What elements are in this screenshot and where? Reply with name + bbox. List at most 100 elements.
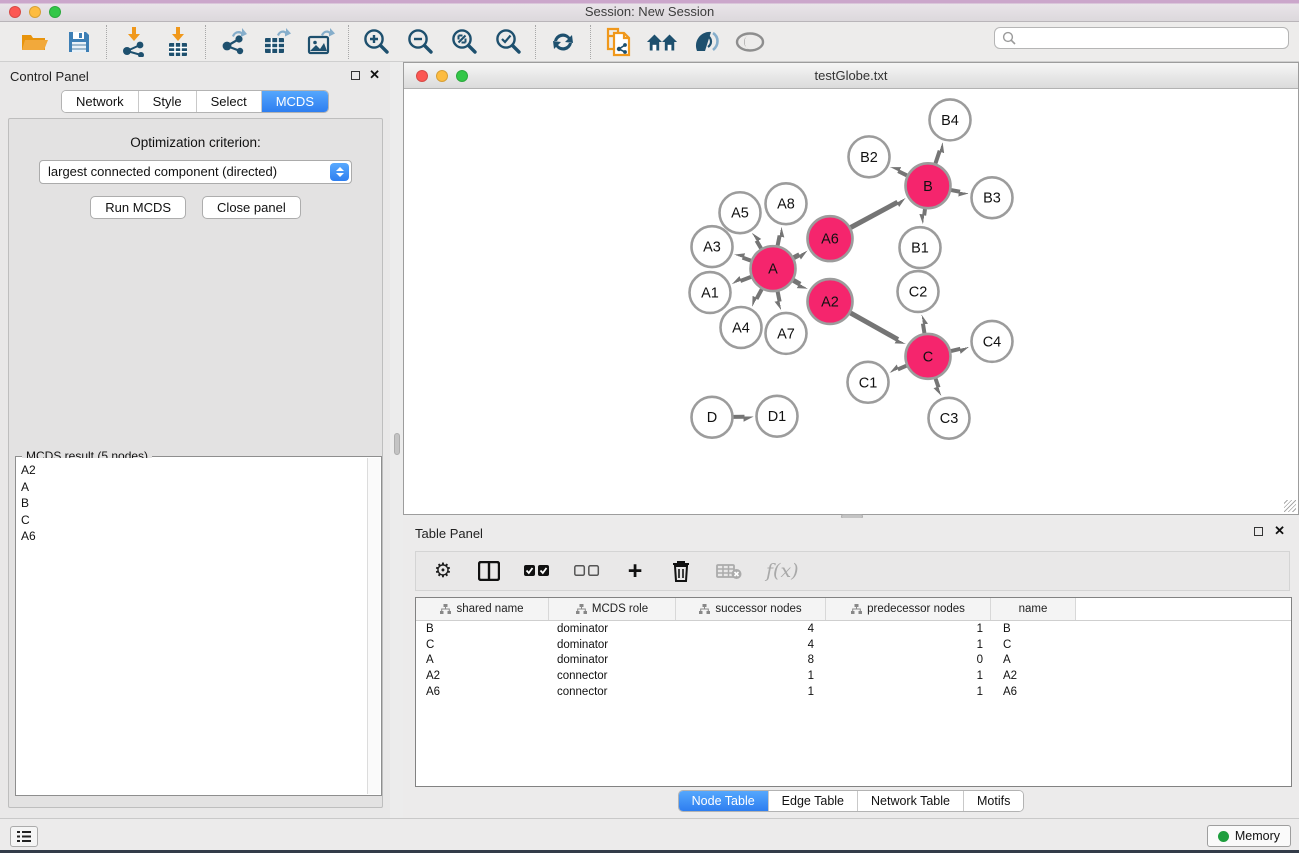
tab-style[interactable]: Style (139, 91, 197, 112)
node-D1[interactable]: D1 (757, 396, 798, 437)
edge-A6-B[interactable] (851, 202, 898, 227)
close-panel-button[interactable]: Close panel (202, 196, 301, 219)
zoom-fit-button[interactable] (448, 26, 480, 58)
table-cell[interactable]: dominator (549, 654, 676, 666)
tab-edge-table[interactable]: Edge Table (769, 791, 858, 811)
node-C2[interactable]: C2 (898, 271, 939, 312)
column-header-name[interactable]: name (991, 598, 1076, 620)
edge-C-C1[interactable] (898, 366, 907, 370)
table-cell[interactable]: 0 (826, 654, 991, 666)
result-item[interactable]: A6 (21, 528, 366, 545)
network-window-titlebar[interactable]: testGlobe.txt (404, 63, 1298, 89)
edge-A-A1[interactable] (740, 277, 751, 281)
column-header-predecessor-nodes[interactable]: predecessor nodes (826, 598, 991, 620)
edge-A-A5[interactable] (757, 241, 762, 249)
table-cell[interactable]: 4 (676, 639, 826, 651)
result-item[interactable]: C (21, 512, 366, 529)
window-resize-handle[interactable] (1284, 500, 1296, 512)
node-A7[interactable]: A7 (766, 313, 807, 354)
network-graph[interactable]: B4B2BB3A8A5A6A3B1AA1C2A2A4A7C4CC1DD1C3 (404, 89, 1298, 514)
node-A[interactable]: A (751, 246, 796, 291)
tab-node-table[interactable]: Node Table (679, 791, 769, 811)
edge-A-A4[interactable] (756, 289, 761, 299)
table-cell[interactable]: connector (549, 686, 676, 698)
tab-mcds[interactable]: MCDS (262, 91, 328, 112)
search-input[interactable] (1017, 29, 1288, 47)
open-file-button[interactable] (19, 26, 51, 58)
table-cell[interactable]: dominator (549, 623, 676, 635)
edge-C-C4[interactable] (951, 349, 960, 351)
eye-button[interactable] (734, 26, 766, 58)
column-header-shared-name[interactable]: shared name (416, 598, 549, 620)
zoom-out-button[interactable] (404, 26, 436, 58)
export-network-button[interactable] (217, 26, 249, 58)
node-table[interactable]: shared nameMCDS rolesuccessor nodesprede… (415, 597, 1292, 787)
node-B3[interactable]: B3 (972, 177, 1013, 218)
result-item[interactable]: A2 (21, 462, 366, 479)
table-row[interactable]: Adominator80A (416, 653, 1291, 669)
column-header-MCDS-role[interactable]: MCDS role (549, 598, 676, 620)
edge-B-B4[interactable] (935, 151, 939, 164)
refresh-button[interactable] (547, 26, 579, 58)
edge-A2-C[interactable] (850, 313, 897, 340)
table-cell[interactable]: 1 (826, 623, 991, 635)
table-cell[interactable]: B (416, 623, 549, 635)
tab-select[interactable]: Select (197, 91, 262, 112)
unselect-all-button[interactable] (574, 559, 600, 583)
import-network-button[interactable] (118, 26, 150, 58)
table-cell[interactable]: A2 (991, 670, 1076, 682)
add-column-button[interactable]: + (624, 559, 646, 583)
table-cell[interactable]: C (416, 639, 549, 651)
mcds-result-list[interactable]: A2ABCA6 (17, 458, 366, 794)
table-cell[interactable]: 1 (676, 670, 826, 682)
delete-table-button[interactable] (716, 559, 742, 583)
table-cell[interactable]: A2 (416, 670, 549, 682)
delete-column-button[interactable] (670, 559, 692, 583)
node-A1[interactable]: A1 (690, 272, 731, 313)
edge-A-A7[interactable] (778, 292, 780, 302)
table-close-icon[interactable]: ✕ (1274, 523, 1285, 539)
edge-A-A3[interactable] (743, 258, 751, 261)
edge-A-A8[interactable] (778, 236, 780, 246)
edge-C-C3[interactable] (936, 379, 939, 388)
export-image-button[interactable] (305, 26, 337, 58)
node-B1[interactable]: B1 (900, 227, 941, 268)
table-float-icon[interactable] (1254, 527, 1263, 536)
table-cell[interactable]: A (991, 654, 1076, 666)
table-cell[interactable]: B (991, 623, 1076, 635)
home-button[interactable] (646, 26, 678, 58)
export-table-button[interactable] (261, 26, 293, 58)
table-cell[interactable]: A (416, 654, 549, 666)
edge-A-A6[interactable] (794, 255, 800, 258)
table-cell[interactable]: 8 (676, 654, 826, 666)
edge-B-B1[interactable] (924, 209, 925, 215)
task-history-button[interactable] (10, 826, 38, 847)
save-session-button[interactable] (63, 26, 95, 58)
table-cell[interactable]: dominator (549, 639, 676, 651)
table-cell[interactable]: 1 (676, 686, 826, 698)
table-cell[interactable]: 1 (826, 639, 991, 651)
node-B2[interactable]: B2 (849, 136, 890, 177)
node-B[interactable]: B (906, 163, 951, 208)
memory-button[interactable]: Memory (1207, 825, 1291, 847)
node-D[interactable]: D (692, 397, 733, 438)
select-all-button[interactable] (524, 559, 550, 583)
search-box[interactable] (994, 27, 1289, 49)
tab-network-table[interactable]: Network Table (858, 791, 964, 811)
edge-C-C2[interactable] (923, 324, 924, 334)
table-cell[interactable]: C (991, 639, 1076, 651)
table-cell[interactable]: A6 (416, 686, 549, 698)
close-panel-icon[interactable]: ✕ (369, 67, 380, 83)
node-A4[interactable]: A4 (721, 307, 762, 348)
node-C4[interactable]: C4 (972, 321, 1013, 362)
table-row[interactable]: A2connector11A2 (416, 668, 1291, 684)
node-A8[interactable]: A8 (766, 183, 807, 224)
node-C3[interactable]: C3 (929, 398, 970, 439)
result-scrollbar[interactable] (367, 458, 380, 794)
function-builder-button[interactable]: f(x) (766, 559, 799, 583)
panel-divider-grip[interactable] (394, 433, 400, 455)
table-cell[interactable]: A6 (991, 686, 1076, 698)
optimization-criterion-dropdown[interactable]: largest connected component (directed) (39, 160, 352, 184)
run-mcds-button[interactable]: Run MCDS (90, 196, 186, 219)
table-cell[interactable]: 4 (676, 623, 826, 635)
